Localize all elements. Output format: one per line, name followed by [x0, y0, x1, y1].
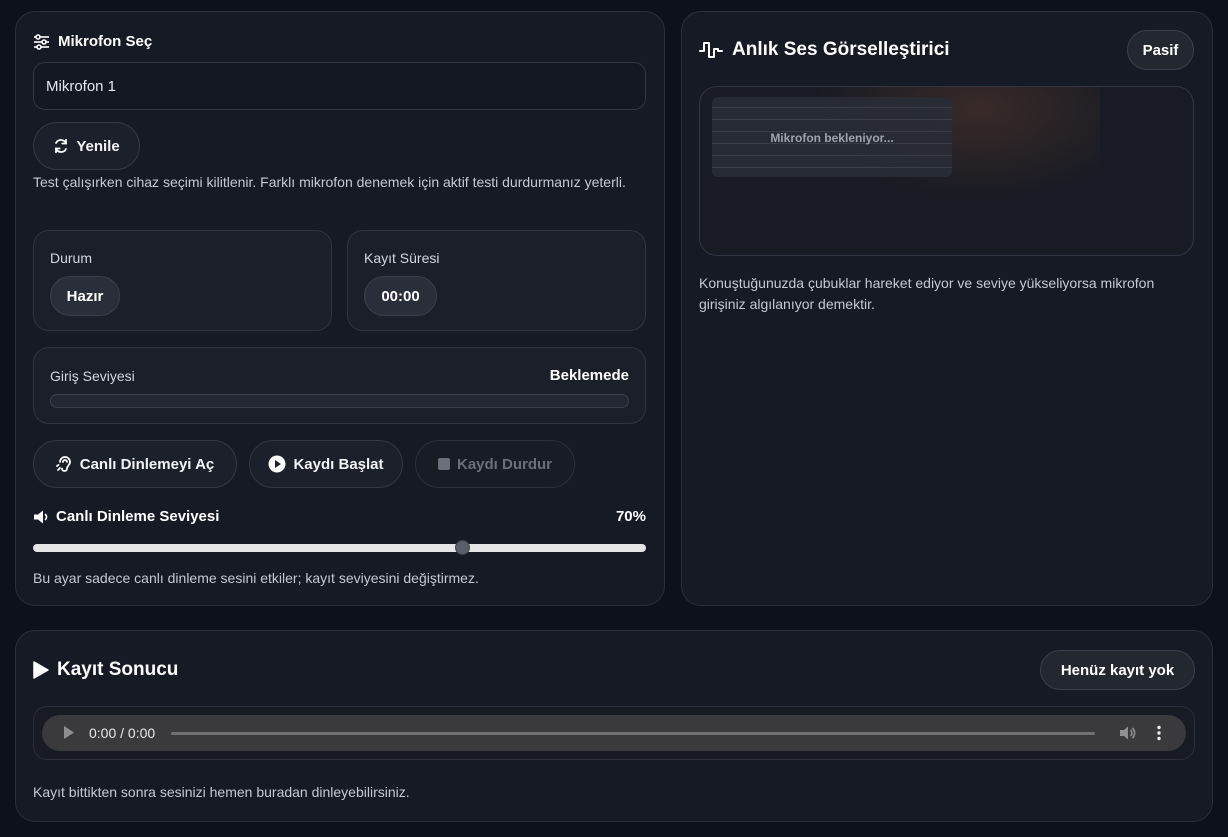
live-volume-slider-thumb[interactable]	[454, 540, 470, 555]
player-seek-bar[interactable]	[171, 732, 1095, 735]
status-card: Durum Hazır	[33, 230, 332, 331]
live-listen-button[interactable]: Canlı Dinlemeyi Aç	[33, 440, 237, 488]
stop-record-label: Kaydı Durdur	[456, 455, 552, 473]
player-volume-icon[interactable]	[1119, 725, 1136, 741]
audio-player[interactable]: 0:00 / 0:00	[42, 715, 1186, 751]
stop-record-button[interactable]: Kaydı Durdur	[415, 440, 575, 488]
result-title: Kayıt Sonucu	[57, 659, 179, 680]
status-badge: Hazır	[50, 276, 120, 316]
input-level-label: Giriş Seviyesi	[50, 368, 135, 384]
start-record-label: Kaydı Başlat	[293, 455, 384, 473]
volume-note: Bu ayar sadece canlı dinleme sesini etki…	[33, 570, 479, 586]
microphone-select[interactable]	[33, 62, 646, 110]
visualizer-title: Anlık Ses Görselleştirici	[732, 39, 950, 60]
duration-label: Kayıt Süresi	[364, 250, 440, 266]
input-level-meter	[50, 394, 629, 408]
live-volume-header: Canlı Dinleme Seviyesi	[33, 508, 219, 525]
refresh-label: Yenile	[76, 137, 120, 155]
player-play-icon[interactable]	[64, 726, 74, 739]
waveform-icon	[699, 40, 723, 60]
live-volume-slider[interactable]	[33, 540, 646, 555]
player-time: 0:00 / 0:00	[89, 725, 156, 741]
visualizer-note: Konuştuğunuzda çubuklar hareket ediyor v…	[699, 275, 1155, 312]
start-record-button[interactable]: Kaydı Başlat	[249, 440, 403, 488]
visualizer-canvas: Mikrofon bekleniyor...	[699, 86, 1194, 256]
visualizer-header: Anlık Ses Görselleştirici	[699, 39, 950, 61]
visualizer-state-badge: Pasif	[1127, 30, 1194, 70]
visualizer-placeholder-text: Mikrofon bekleniyor...	[770, 131, 894, 145]
refresh-icon	[53, 138, 69, 154]
player-menu-icon[interactable]	[1156, 725, 1162, 741]
mic-section-title: Mikrofon Seç	[58, 33, 153, 50]
duration-badge: 00:00	[364, 276, 437, 316]
mic-section-header: Mikrofon Seç	[33, 33, 152, 50]
duration-card: Kayıt Süresi 00:00	[347, 230, 646, 331]
result-panel: Kayıt Sonucu Henüz kayıt yok 0:00 / 0:00	[15, 630, 1213, 822]
sliders-icon	[33, 33, 50, 50]
status-label: Durum	[50, 250, 93, 266]
input-level-status: Beklemede	[549, 367, 629, 384]
play-circle-icon	[268, 455, 286, 473]
live-volume-value: 70%	[615, 508, 646, 525]
result-state-badge: Henüz kayıt yok	[1040, 650, 1195, 690]
refresh-button[interactable]: Yenile	[33, 122, 140, 170]
audio-player-frame: 0:00 / 0:00	[33, 706, 1195, 760]
live-volume-label: Canlı Dinleme Seviyesi	[56, 508, 220, 525]
microphone-panel: Mikrofon Seç Yenile Test çalışırken ciha…	[15, 11, 665, 606]
ear-icon	[55, 455, 73, 473]
play-triangle-icon	[33, 661, 49, 679]
stop-square-icon	[437, 458, 450, 470]
result-header: Kayıt Sonucu	[33, 659, 178, 681]
input-level-card: Giriş Seviyesi Beklemede	[33, 347, 646, 424]
speaker-icon	[33, 510, 49, 524]
visualizer-panel: Anlık Ses Görselleştirici Pasif Mikrofon…	[681, 11, 1213, 606]
live-listen-label: Canlı Dinlemeyi Aç	[79, 455, 215, 473]
device-lock-note: Test çalışırken cihaz seçimi kilitlenir.…	[33, 174, 626, 190]
result-note: Kayıt bittikten sonra sesinizi hemen bur…	[33, 784, 410, 800]
